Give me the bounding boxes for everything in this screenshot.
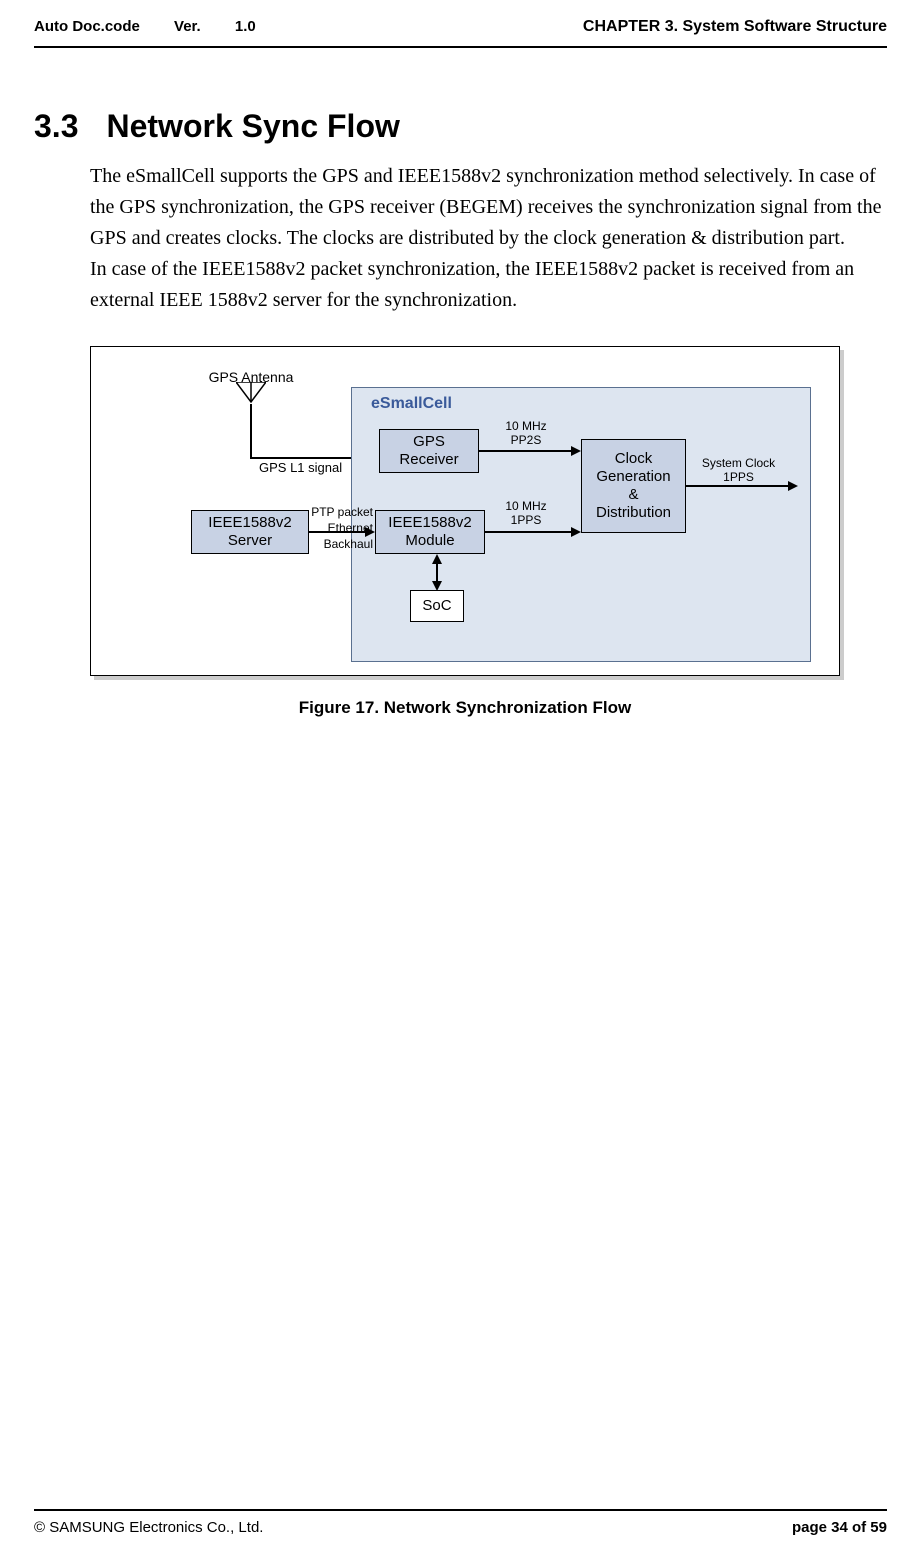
node-gps-l1: GPS [399,433,458,451]
section-heading: 3.3 Network Sync Flow [34,108,921,145]
ver-label: Ver. [174,18,201,35]
node-clock-l1: Clock [596,450,671,468]
node-gps-l2: Receiver [399,451,458,469]
ver-value: 1.0 [235,18,256,35]
arrow-mod-clock-head [571,527,581,537]
sig1-l1: 10 MHz [491,419,561,433]
arrow-soc-up [432,554,442,564]
esmallcell-title: eSmallCell [371,395,452,413]
node-gps-receiver: GPS Receiver [379,429,479,473]
figure-caption: Figure 17. Network Synchronization Flow [90,698,840,718]
out-l2: 1PPS [691,470,786,484]
node-clock-l4: Distribution [596,504,671,522]
node-clock: Clock Generation & Distribution [581,439,686,533]
chapter-title: CHAPTER 3. System Software Structure [583,18,887,36]
ptp-l2: Ethernet [307,521,373,535]
body-paragraph-1: The eSmallCell supports the GPS and IEEE… [90,161,887,254]
diagram: GPS Antenna GPS L1 signal eSmallCell IEE… [90,346,840,676]
sig2-l2: 1PPS [491,513,561,527]
section-title-text: Network Sync Flow [106,108,399,144]
doc-code-label: Auto Doc.code [34,18,140,35]
node-server: IEEE1588v2 Server [191,510,309,554]
node-clock-l3: & [596,486,671,504]
node-server-l2: Server [208,532,291,550]
arrow-gps-clock-head [571,446,581,456]
node-server-l1: IEEE1588v2 [208,514,291,532]
body-paragraph-2: In case of the IEEE1588v2 packet synchro… [90,254,887,316]
footer-copyright: © SAMSUNG Electronics Co., Ltd. [34,1519,792,1536]
arrow-soc-down [432,581,442,591]
ptp-l3: Backhaul [307,537,373,551]
section-number: 3.3 [34,108,78,144]
node-module-l1: IEEE1588v2 [388,514,471,532]
arrow-mod-clock-line [485,531,571,533]
antenna-icon [236,382,266,404]
footer-page: page 34 of 59 [792,1519,887,1536]
wire-vert [250,404,252,459]
node-soc: SoC [410,590,464,622]
sig2-l1: 10 MHz [491,499,561,513]
page-header: Auto Doc.code Ver. 1.0 CHAPTER 3. System… [0,0,921,36]
header-rule [34,46,887,48]
arrow-out-line [686,485,788,487]
page-footer: © SAMSUNG Electronics Co., Ltd. page 34 … [34,1509,887,1536]
node-module: IEEE1588v2 Module [375,510,485,554]
footer-rule [34,1509,887,1511]
gps-l1-label: GPS L1 signal [259,460,342,476]
figure-container: GPS Antenna GPS L1 signal eSmallCell IEE… [90,346,840,718]
out-l1: System Clock [691,456,786,470]
node-clock-l2: Generation [596,468,671,486]
ptp-l1: PTP packet [307,505,373,519]
arrow-out-head [788,481,798,491]
node-module-l2: Module [388,532,471,550]
sig1-l2: PP2S [491,433,561,447]
arrow-gps-clock-line [479,450,571,452]
